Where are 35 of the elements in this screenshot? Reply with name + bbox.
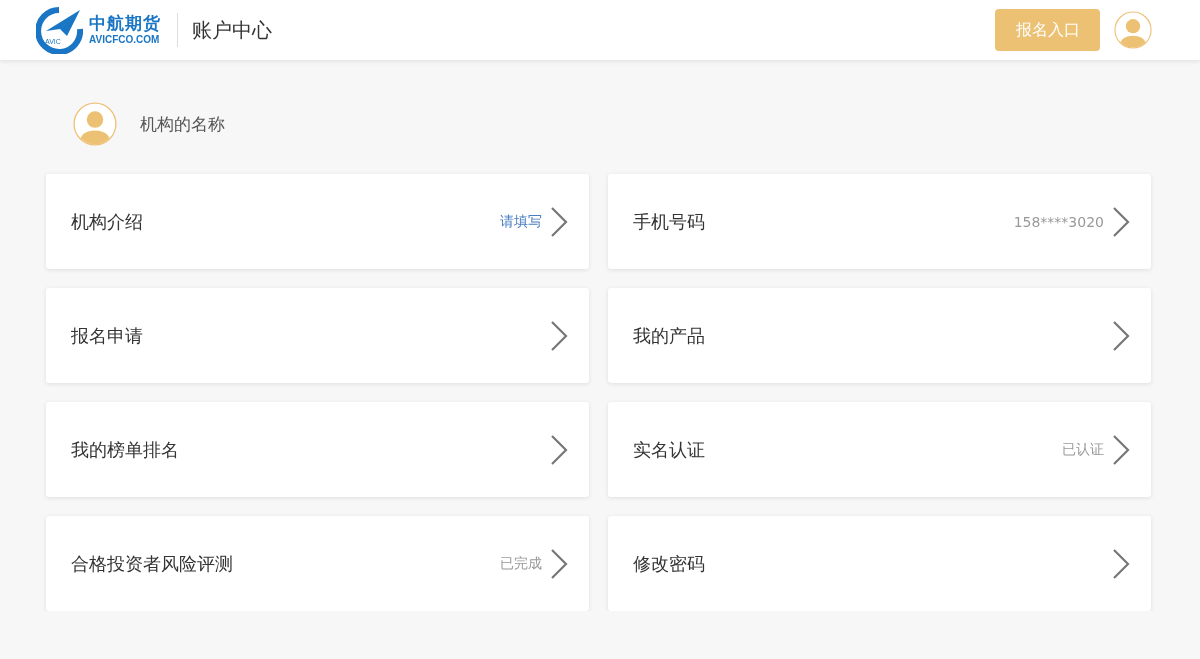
menu-label: 我的榜单排名 <box>71 437 180 462</box>
status-text: 已认证 <box>1062 440 1104 459</box>
logo-icon <box>36 6 83 54</box>
menu-card[interactable]: 我的榜单排名 <box>46 402 589 497</box>
menu-label: 手机号码 <box>633 209 706 234</box>
menu-label: 报名申请 <box>71 323 144 348</box>
brand-name: 中航期货 <box>89 15 161 32</box>
menu-card[interactable]: 手机号码 158****3020 <box>608 174 1151 269</box>
menu-card[interactable]: 机构介绍 请填写 <box>46 174 589 269</box>
menu-label: 实名认证 <box>633 437 706 462</box>
menu-label: 修改密码 <box>633 551 706 576</box>
menu-label: 合格投资者风险评测 <box>71 551 234 576</box>
status-text: 已完成 <box>500 554 542 573</box>
chevron-right-icon <box>550 319 568 352</box>
chevron-right-icon <box>550 433 568 466</box>
chevron-right-icon <box>1112 547 1130 580</box>
menu-card[interactable]: 我的产品 <box>608 288 1151 383</box>
chevron-right-icon <box>550 547 568 580</box>
page-title: 账户中心 <box>192 16 272 44</box>
avatar-icon[interactable] <box>1114 11 1152 49</box>
organization-name: 机构的名称 <box>140 112 225 136</box>
menu-card[interactable]: 报名申请 <box>46 288 589 383</box>
menu-label: 机构介绍 <box>71 209 144 234</box>
status-text: 请填写 <box>500 212 542 231</box>
status-text: 158****3020 <box>1013 213 1104 230</box>
chevron-right-icon <box>550 205 568 238</box>
avatar-icon <box>73 102 117 146</box>
chevron-right-icon <box>1112 205 1130 238</box>
chevron-right-icon <box>1112 319 1130 352</box>
brand-domain: AVICFCO.COM <box>89 35 161 45</box>
menu-card[interactable]: 修改密码 <box>608 516 1151 611</box>
menu-card[interactable]: 合格投资者风险评测 已完成 <box>46 516 589 611</box>
menu-card[interactable]: 实名认证 已认证 <box>608 402 1151 497</box>
menu-label: 我的产品 <box>633 323 706 348</box>
chevron-right-icon <box>1112 433 1130 466</box>
